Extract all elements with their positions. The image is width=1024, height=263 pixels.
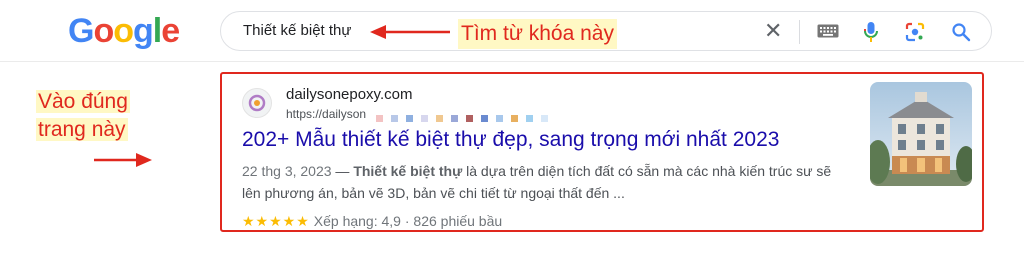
logo-letter: e	[161, 12, 180, 50]
google-logo[interactable]: Google	[68, 12, 180, 51]
header-divider	[0, 61, 1024, 62]
logo-letter: g	[133, 12, 154, 50]
snippet-bold: Thiết kế biệt thự	[353, 163, 463, 179]
rating-votes: 826 phiếu bầu	[413, 213, 503, 229]
search-divider	[799, 20, 800, 44]
annotation-find-keyword: Tìm từ khóa này	[458, 19, 617, 49]
date-separator: —	[331, 163, 354, 179]
search-input[interactable]: Thiết kế biệt thự	[243, 22, 351, 39]
url-redaction	[376, 109, 556, 127]
result-date: 22 thg 3, 2023	[242, 163, 332, 179]
result-thumbnail[interactable]	[870, 82, 972, 186]
search-icon[interactable]	[951, 22, 971, 47]
result-rating: ★★★★★ Xếp hạng: 4,9 · 826 phiếu bầu	[242, 213, 502, 230]
rating-separator: ·	[400, 213, 414, 229]
annotation-line: trang này	[36, 118, 128, 141]
close-icon[interactable]: ✕	[764, 20, 782, 42]
logo-letter: o	[113, 12, 134, 50]
site-favicon[interactable]	[242, 88, 272, 118]
rating-label: Xếp hạng: 4,9	[313, 213, 401, 229]
camera-lens-icon[interactable]	[905, 22, 925, 47]
annotation-go-to-page: Vào đúng trang này	[36, 88, 146, 144]
rating-stars: ★★★★★	[242, 213, 310, 229]
logo-letter: G	[68, 12, 94, 50]
arrow-right-annotation	[94, 153, 152, 167]
result-title-link[interactable]: 202+ Mẫu thiết kế biệt thự đẹp, sang trọ…	[242, 128, 779, 152]
site-url[interactable]: https://dailyson	[286, 107, 366, 121]
annotation-line: Vào đúng	[36, 90, 130, 113]
keyboard-icon[interactable]	[817, 24, 839, 43]
microphone-icon[interactable]	[863, 21, 879, 48]
arrow-left-annotation	[370, 25, 450, 39]
logo-letter: l	[152, 12, 163, 50]
logo-letter: o	[93, 12, 114, 50]
site-name[interactable]: dailysonepoxy.com	[286, 86, 412, 103]
search-result[interactable]: dailysonepoxy.com https://dailyson 202+ …	[220, 72, 984, 232]
result-snippet: 22 thg 3, 2023 — Thiết kế biệt thự là dự…	[242, 160, 842, 204]
